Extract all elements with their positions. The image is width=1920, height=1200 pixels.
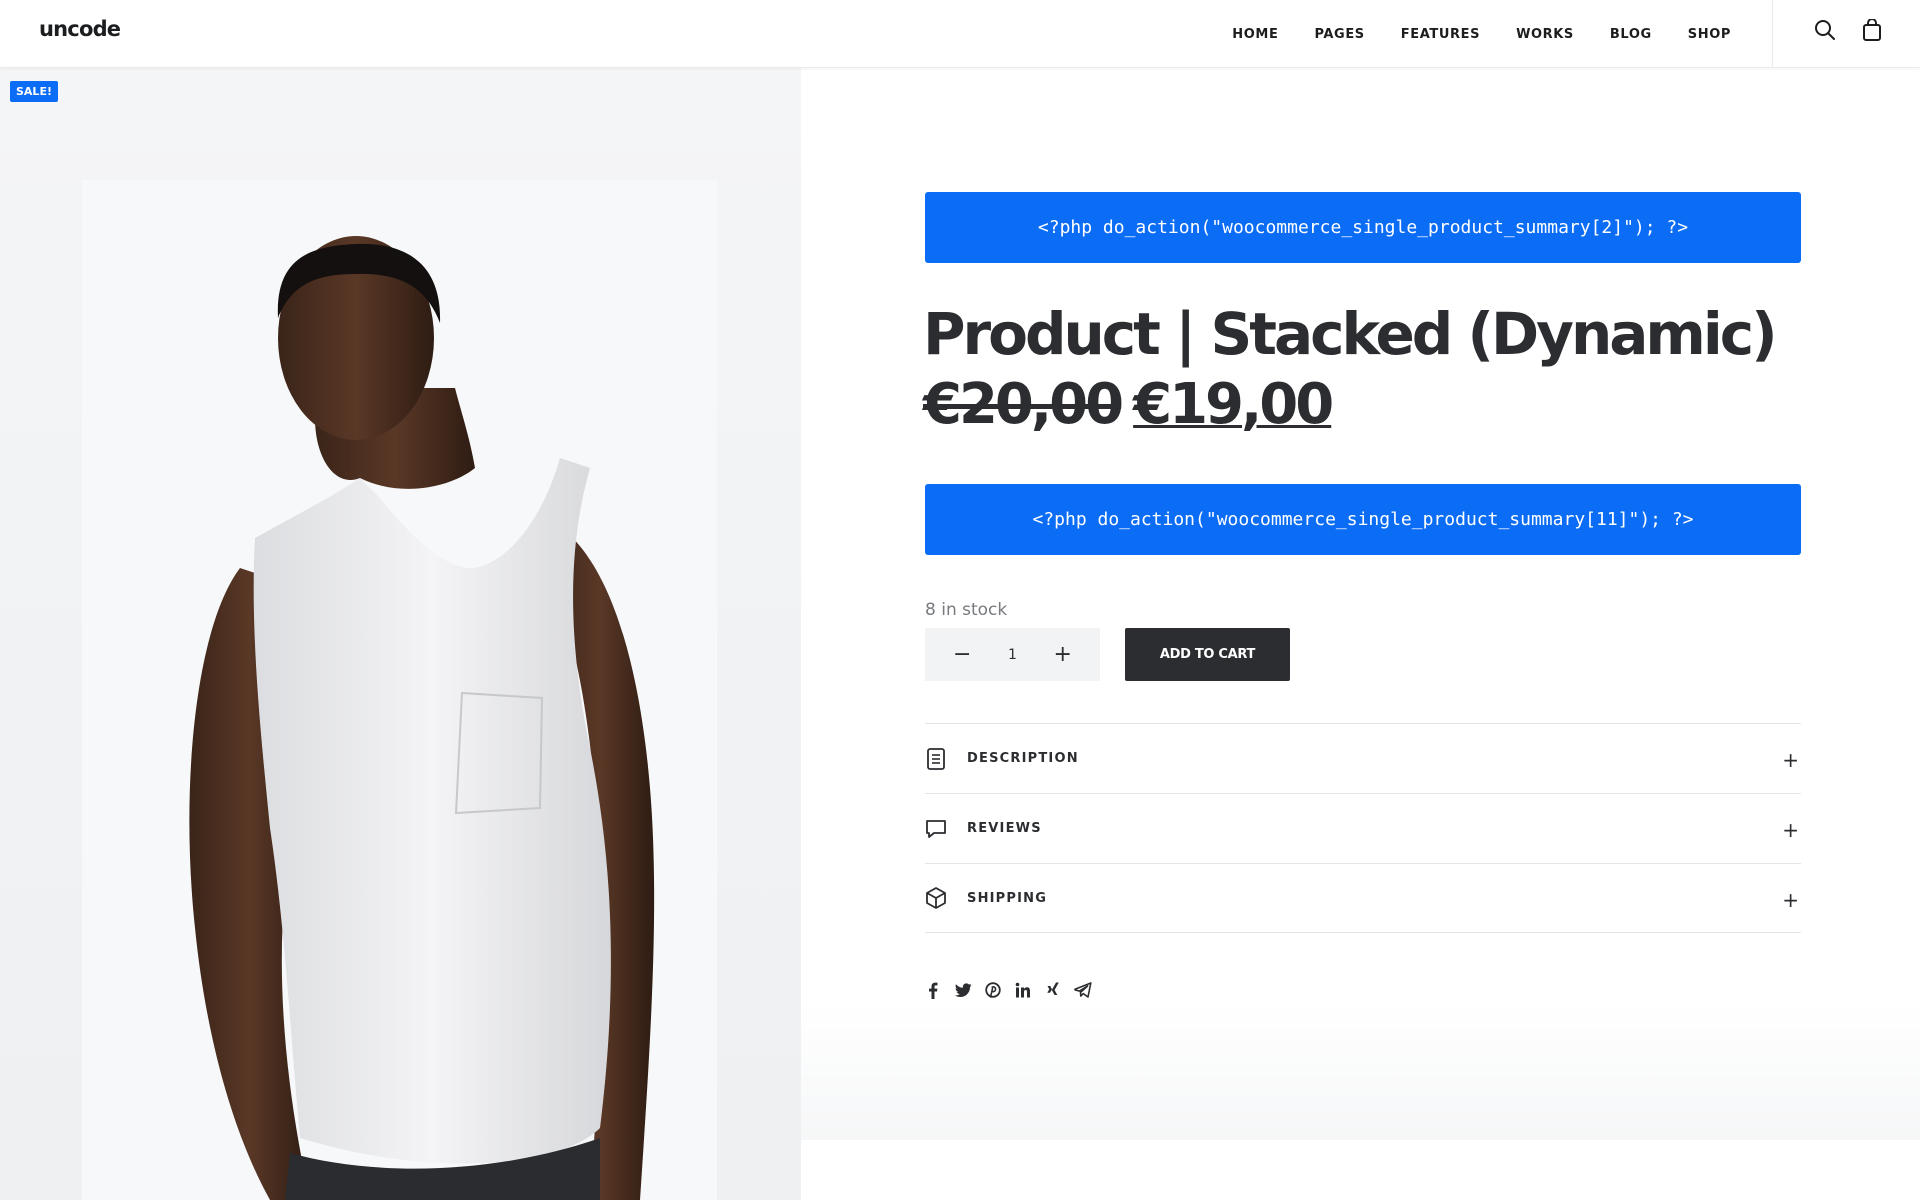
header-divider bbox=[1772, 0, 1773, 68]
nav-item-pages[interactable]: PAGES bbox=[1314, 27, 1364, 42]
telegram-icon[interactable] bbox=[1074, 981, 1092, 999]
accordion-label: SHIPPING bbox=[967, 890, 1048, 906]
site-logo[interactable]: uncode bbox=[39, 17, 121, 41]
hook-placeholder-top: <?php do_action("woocommerce_single_prod… bbox=[925, 192, 1801, 263]
regular-price: €20,00 bbox=[923, 372, 1124, 437]
accordion-reviews[interactable]: REVIEWS + bbox=[925, 793, 1801, 863]
price: €20,00 €19,00 bbox=[923, 372, 1334, 437]
nav-item-features[interactable]: FEATURES bbox=[1401, 27, 1480, 42]
expand-icon[interactable]: + bbox=[1782, 818, 1799, 842]
search-icon[interactable] bbox=[1811, 16, 1839, 44]
sale-price: €19,00 bbox=[1133, 372, 1334, 437]
facebook-icon[interactable] bbox=[924, 981, 942, 999]
accordion-shipping[interactable]: SHIPPING + bbox=[925, 863, 1801, 933]
nav-item-shop[interactable]: SHOP bbox=[1688, 27, 1731, 42]
nav-item-home[interactable]: HOME bbox=[1232, 27, 1278, 42]
product-image[interactable]: SALE! bbox=[0, 68, 801, 1200]
linkedin-icon[interactable] bbox=[1014, 981, 1032, 999]
box-icon bbox=[925, 887, 947, 909]
nav-item-works[interactable]: WORKS bbox=[1516, 27, 1574, 42]
product-title: Product | Stacked (Dynamic) bbox=[923, 300, 1778, 368]
document-icon bbox=[925, 747, 947, 770]
minus-button[interactable]: − bbox=[953, 643, 971, 666]
expand-icon[interactable]: + bbox=[1782, 888, 1799, 912]
background-fade bbox=[801, 1000, 1920, 1140]
model-photo bbox=[82, 180, 717, 1200]
expand-icon[interactable]: + bbox=[1782, 748, 1799, 772]
accordion-label: REVIEWS bbox=[967, 821, 1042, 836]
plus-button[interactable]: + bbox=[1054, 643, 1072, 666]
add-to-cart-button[interactable]: ADD TO CART bbox=[1125, 628, 1290, 681]
shopping-bag-icon[interactable] bbox=[1858, 16, 1886, 44]
hook-placeholder-bottom: <?php do_action("woocommerce_single_prod… bbox=[925, 484, 1801, 555]
xing-icon[interactable] bbox=[1044, 981, 1062, 999]
sale-badge: SALE! bbox=[10, 81, 58, 102]
accordion-label: DESCRIPTION bbox=[967, 751, 1079, 766]
pinterest-icon[interactable] bbox=[984, 981, 1002, 999]
share-links bbox=[924, 981, 1104, 999]
stock-status: 8 in stock bbox=[925, 600, 1008, 620]
speech-bubble-icon bbox=[925, 818, 947, 840]
main-nav: HOME PAGES FEATURES WORKS BLOG SHOP bbox=[1196, 0, 1731, 68]
twitter-icon[interactable] bbox=[954, 981, 972, 999]
accordion-description[interactable]: DESCRIPTION + bbox=[925, 723, 1801, 793]
quantity-stepper[interactable]: − 1 + bbox=[925, 628, 1100, 681]
nav-item-blog[interactable]: BLOG bbox=[1610, 27, 1652, 42]
site-header: uncode HOME PAGES FEATURES WORKS BLOG SH… bbox=[0, 0, 1920, 68]
product-accordion: DESCRIPTION + REVIEWS + SHIPPING + bbox=[925, 723, 1801, 933]
quantity-input[interactable]: 1 bbox=[1008, 647, 1017, 663]
